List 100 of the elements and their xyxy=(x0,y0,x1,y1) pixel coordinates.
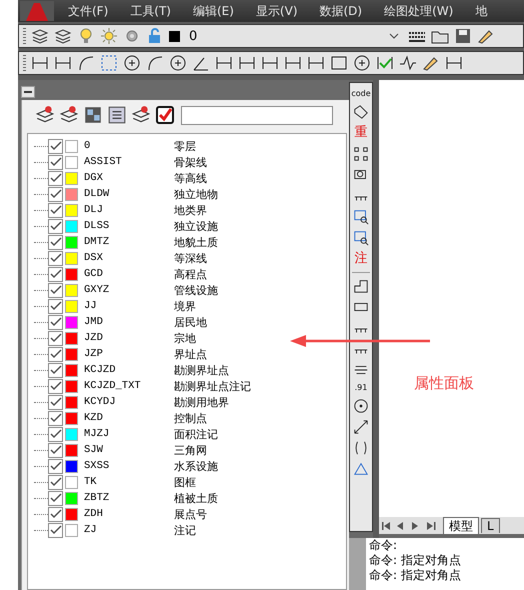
menu-item[interactable]: 文件(F) xyxy=(68,2,108,20)
layer-color-swatch[interactable] xyxy=(65,348,78,360)
layer-checkbox[interactable] xyxy=(48,138,63,154)
layer-checkbox[interactable] xyxy=(48,250,63,266)
layer-color-swatch[interactable] xyxy=(65,300,78,312)
circle-icon[interactable] xyxy=(123,54,141,72)
layer-checkbox[interactable] xyxy=(48,394,63,410)
menu-item[interactable]: 工具(T) xyxy=(130,2,171,20)
dimension-icon[interactable] xyxy=(284,54,302,72)
layer-color-swatch[interactable] xyxy=(65,524,78,536)
layer-color-swatch[interactable] xyxy=(65,364,78,376)
menu-item[interactable]: 地 xyxy=(475,2,488,20)
layer-checkbox[interactable] xyxy=(48,298,63,314)
layer-color-swatch[interactable] xyxy=(65,156,78,168)
arc-icon[interactable] xyxy=(146,54,164,72)
layer-checkbox[interactable] xyxy=(48,154,63,170)
layer-color-swatch[interactable] xyxy=(65,396,78,408)
layer-name: SXSS xyxy=(84,460,110,472)
layer-checkbox[interactable] xyxy=(48,474,63,490)
layer-checkbox[interactable] xyxy=(48,202,63,218)
layer-color-swatch[interactable] xyxy=(65,460,78,472)
box-icon[interactable] xyxy=(330,54,348,72)
dimension-icon[interactable] xyxy=(31,54,49,72)
tool-button[interactable]: code xyxy=(351,89,371,99)
dimension-icon[interactable] xyxy=(445,54,463,72)
checkbox-icon[interactable] xyxy=(155,105,175,125)
grid-icon[interactable] xyxy=(83,105,103,125)
layer-color-swatch[interactable] xyxy=(65,172,78,184)
layer-checkbox[interactable] xyxy=(48,362,63,378)
layout-tab[interactable]: L xyxy=(481,518,500,533)
tool-button[interactable]: 注 xyxy=(354,251,368,267)
layer-color-swatch[interactable] xyxy=(65,332,78,344)
layer-color-swatch[interactable] xyxy=(65,252,78,264)
layer-checkbox[interactable] xyxy=(48,218,63,234)
layer-color-swatch[interactable] xyxy=(65,508,78,520)
layer-color-swatch[interactable] xyxy=(65,204,78,216)
layer-checkbox[interactable] xyxy=(48,170,63,186)
circle-icon[interactable] xyxy=(353,54,371,72)
sun-icon[interactable] xyxy=(100,27,118,45)
layer-checkbox[interactable] xyxy=(48,314,63,330)
layers-icon[interactable] xyxy=(131,105,151,125)
layer-checkbox[interactable] xyxy=(48,234,63,250)
layer-checkbox[interactable] xyxy=(48,378,63,394)
arc-icon[interactable] xyxy=(77,54,95,72)
list-icon[interactable] xyxy=(107,105,127,125)
dimension-icon[interactable] xyxy=(261,54,279,72)
layer-color-swatch[interactable] xyxy=(65,284,78,296)
triangle-icon[interactable] xyxy=(353,461,369,477)
menu-item[interactable]: 数据(D) xyxy=(320,2,362,20)
layer-checkbox[interactable] xyxy=(48,266,63,282)
layer-checkbox[interactable] xyxy=(48,522,63,538)
menu-item[interactable]: 编辑(E) xyxy=(192,2,234,20)
step-icon[interactable] xyxy=(353,278,369,294)
layer-color-swatch[interactable] xyxy=(65,476,78,488)
grid-icon[interactable] xyxy=(353,146,369,162)
layer-color-swatch[interactable] xyxy=(65,140,78,152)
dimension-icon[interactable] xyxy=(215,54,233,72)
save-icon[interactable] xyxy=(454,27,472,45)
layers-icon[interactable] xyxy=(31,27,49,45)
layer-filter-field[interactable] xyxy=(181,106,333,124)
circle-icon[interactable] xyxy=(169,54,187,72)
menu-item[interactable]: 显示(V) xyxy=(256,2,298,20)
tool-button[interactable]: 重 xyxy=(354,125,368,141)
layer-checkbox[interactable] xyxy=(48,410,63,426)
layers-icon[interactable] xyxy=(54,27,72,45)
layer-checkbox[interactable] xyxy=(48,442,63,458)
layer-checkbox[interactable] xyxy=(48,426,63,442)
dimension-icon[interactable] xyxy=(307,54,325,72)
layer-checkbox[interactable] xyxy=(48,346,63,362)
collapse-button[interactable] xyxy=(21,86,35,98)
layer-checkbox[interactable] xyxy=(48,186,63,202)
layer-color-swatch[interactable] xyxy=(65,188,78,200)
layer-color-swatch[interactable] xyxy=(65,380,78,392)
check-icon[interactable] xyxy=(376,54,394,72)
grip-handle[interactable] xyxy=(349,538,366,590)
layer-color-swatch[interactable] xyxy=(65,220,78,232)
dimension-icon[interactable] xyxy=(54,54,72,72)
search-icon[interactable] xyxy=(353,209,369,225)
layer-checkbox[interactable] xyxy=(48,282,63,298)
layers-icon[interactable] xyxy=(35,105,55,125)
layer-checkbox[interactable] xyxy=(48,330,63,346)
dimension-icon[interactable] xyxy=(238,54,256,72)
layer-color-swatch[interactable] xyxy=(65,492,78,504)
tool-button[interactable]: .91 xyxy=(354,383,368,393)
menu-item[interactable]: 绘图处理(W) xyxy=(384,2,454,20)
layer-color-swatch[interactable] xyxy=(65,268,78,280)
search-icon[interactable] xyxy=(353,230,369,246)
layers-icon[interactable] xyxy=(59,105,79,125)
layer-color-swatch[interactable] xyxy=(65,316,78,328)
layer-color-swatch[interactable] xyxy=(65,444,78,456)
layer-name: DGX xyxy=(84,172,104,184)
layer-color-swatch[interactable] xyxy=(65,412,78,424)
layer-color-swatch[interactable] xyxy=(65,428,78,440)
layout-tab[interactable]: 模型 xyxy=(443,517,479,534)
layer-color-swatch[interactable] xyxy=(65,236,78,248)
layer-checkbox[interactable] xyxy=(48,458,63,474)
layer-checkbox[interactable] xyxy=(48,490,63,506)
layer-checkbox[interactable] xyxy=(48,506,63,522)
arrow-icon[interactable] xyxy=(353,419,369,435)
circle-icon[interactable] xyxy=(353,398,369,414)
